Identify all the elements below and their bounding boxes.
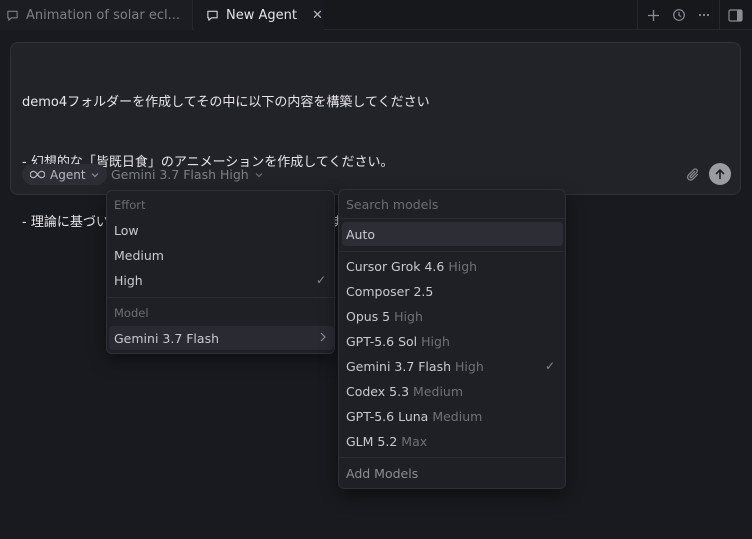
effort-menu: Effort Low Medium High ✓ Model Gemini 3.…	[106, 190, 336, 354]
divider	[107, 297, 336, 298]
plus-icon[interactable]	[641, 0, 666, 30]
model-heading: Model	[114, 306, 149, 320]
paperclip-icon[interactable]	[683, 164, 703, 186]
infinity-icon	[30, 170, 45, 179]
model-option-auto[interactable]: Auto	[342, 222, 563, 246]
model-option-label: GPT-5.6 Sol	[346, 333, 418, 349]
chevron-right-icon	[320, 331, 326, 345]
model-option-tier: High	[455, 358, 484, 374]
model-option[interactable]: Codex 5.3 Medium	[342, 379, 563, 403]
agent-mode-button[interactable]: Agent	[22, 164, 107, 185]
prompt-composer[interactable]: demo4フォルダーを作成してその中に以下の内容を構築してください - 幻想的な…	[10, 42, 741, 230]
check-icon: ✓	[544, 359, 555, 373]
model-option-tier: High	[421, 333, 450, 349]
model-menu: Auto Cursor Grok 4.6 High Composer 2.5 O…	[338, 189, 566, 489]
model-submenu-label: Gemini 3.7 Flash	[114, 330, 220, 346]
model-option-tier: Medium	[413, 383, 464, 399]
effort-heading: Effort	[114, 198, 146, 212]
chat-bubble-icon	[7, 10, 18, 21]
more-icon[interactable]	[691, 0, 716, 30]
model-option-label: GPT-5.6 Luna	[346, 408, 429, 424]
model-option-tier: High	[448, 258, 478, 274]
sidebar-toggle-icon[interactable]	[723, 0, 748, 30]
chat-bubble-icon	[207, 10, 218, 21]
model-option-label: Auto	[346, 226, 376, 242]
model-option-label: Cursor Grok 4.6	[346, 258, 445, 274]
tab-bar: Animation of solar ecl... New Agent ✕	[0, 0, 752, 30]
send-button[interactable]	[709, 163, 731, 185]
tab-actions	[634, 0, 752, 30]
model-option[interactable]: Composer 2.5	[342, 279, 563, 303]
tab-animation-solar-eclipse[interactable]: Animation of solar ecl...	[0, 0, 193, 30]
search-models-input[interactable]	[339, 190, 565, 218]
model-picker-label: Gemini 3.7 Flash High	[111, 167, 249, 182]
effort-option-label: Low	[114, 222, 139, 238]
chevron-down-icon	[91, 172, 98, 177]
divider	[339, 218, 565, 219]
effort-option-medium[interactable]: Medium	[109, 243, 334, 267]
model-option-selected[interactable]: Gemini 3.7 Flash High ✓	[342, 354, 563, 378]
model-option-tier: Medium	[432, 408, 483, 424]
tab-label: Animation of solar ecl...	[26, 7, 181, 23]
arrow-up-icon	[715, 169, 725, 180]
tab-new-agent[interactable]: New Agent ✕	[194, 0, 324, 30]
model-option-label: Composer 2.5	[346, 283, 434, 299]
model-option[interactable]: Cursor Grok 4.6 High	[342, 254, 563, 278]
effort-option-low[interactable]: Low	[109, 218, 334, 242]
model-picker-button[interactable]: Gemini 3.7 Flash High	[111, 164, 263, 185]
divider	[637, 0, 638, 30]
model-option[interactable]: Opus 5 High	[342, 304, 563, 328]
divider	[339, 251, 565, 252]
prompt-line: demo4フォルダーを作成してその中に以下の内容を構築してください	[22, 95, 430, 110]
divider	[339, 457, 565, 458]
divider	[719, 0, 720, 30]
close-icon[interactable]: ✕	[312, 8, 323, 23]
check-icon: ✓	[315, 273, 326, 287]
model-option-label: GLM 5.2	[346, 433, 398, 449]
model-option-tier: Max	[401, 433, 428, 449]
effort-option-label: High	[114, 272, 143, 288]
model-submenu-item[interactable]: Gemini 3.7 Flash	[109, 326, 334, 350]
model-option-label: Gemini 3.7 Flash	[346, 358, 452, 374]
add-models-label: Add Models	[346, 465, 419, 481]
model-option[interactable]: GPT-5.6 Sol High	[342, 329, 563, 353]
chevron-down-icon	[255, 172, 263, 177]
effort-option-high[interactable]: High ✓	[109, 268, 334, 292]
tab-label: New Agent	[226, 7, 297, 23]
model-option[interactable]: GLM 5.2 Max	[342, 429, 563, 453]
effort-option-label: Medium	[114, 247, 164, 263]
history-icon[interactable]	[666, 0, 691, 30]
add-models-button[interactable]: Add Models	[342, 461, 563, 485]
agent-mode-label: Agent	[50, 167, 86, 182]
model-option-tier: High	[394, 308, 423, 324]
model-option-label: Opus 5	[346, 308, 391, 324]
model-option[interactable]: GPT-5.6 Luna Medium	[342, 404, 563, 428]
model-option-label: Codex 5.3	[346, 383, 410, 399]
